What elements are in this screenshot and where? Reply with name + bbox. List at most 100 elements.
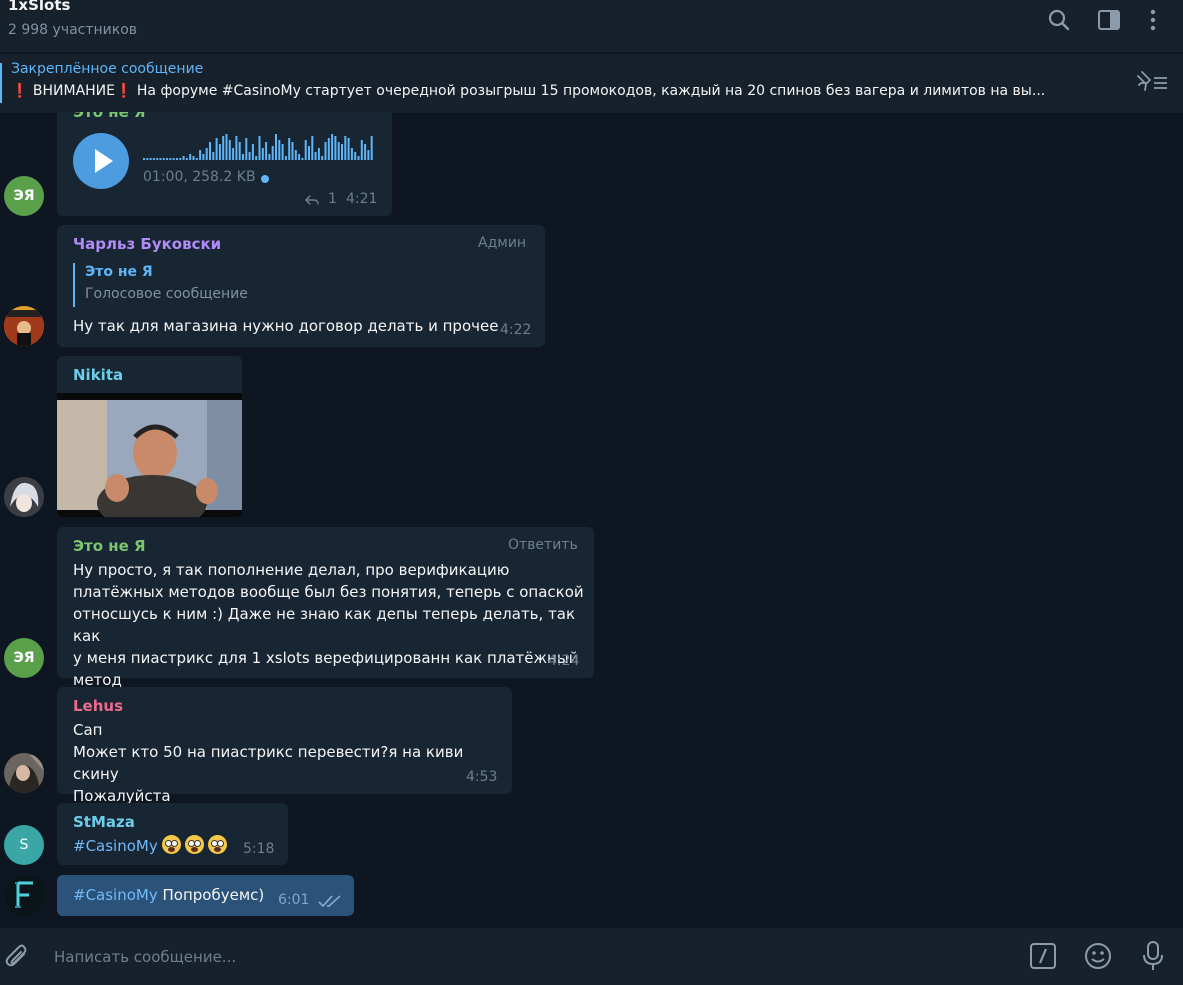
- exclamation-icon: ❗: [115, 83, 133, 99]
- unlistened-dot: [261, 175, 269, 183]
- message-time: 4:22: [500, 322, 532, 338]
- waveform-bar: [304, 140, 307, 160]
- avatar[interactable]: [4, 477, 44, 517]
- waveform-bar: [354, 152, 357, 160]
- pinned-title: Закреплённое сообщение: [11, 61, 204, 77]
- waveform-bar: [314, 152, 317, 160]
- waveform-bar: [284, 156, 287, 160]
- waveform-bar: [311, 136, 314, 160]
- message-input[interactable]: [52, 937, 956, 977]
- chat-title[interactable]: 1xSlots: [8, 0, 70, 14]
- waveform-bar: [215, 138, 218, 160]
- pinned-list-icon[interactable]: [1134, 70, 1170, 96]
- waveform-bar: [324, 142, 327, 160]
- sidebar-toggle-icon[interactable]: [1096, 7, 1122, 33]
- search-icon[interactable]: [1046, 7, 1072, 33]
- waveform-bar: [334, 136, 337, 160]
- play-icon: [95, 149, 113, 173]
- reply-arrow-icon[interactable]: [304, 193, 320, 211]
- admin-badge: Админ: [478, 235, 527, 251]
- waveform-bar: [350, 148, 353, 160]
- member-count: 2 998 участников: [8, 22, 138, 38]
- waveform-bar: [199, 150, 202, 160]
- waveform-bar: [298, 154, 301, 160]
- waveform-bar: [258, 136, 261, 160]
- pinned-text: ❗ ВНИМАНИЕ❗ На форуме #CasinoMy стартует…: [11, 83, 1111, 99]
- avatar[interactable]: S: [4, 825, 44, 865]
- waveform-bar: [202, 154, 205, 160]
- waveform-bar: [179, 158, 182, 160]
- more-vertical-icon[interactable]: [1140, 7, 1166, 33]
- message-time: 4:21: [346, 191, 378, 207]
- waveform-bar: [360, 140, 363, 160]
- waveform-bar: [232, 148, 235, 160]
- exclamation-icon: ❗: [11, 83, 29, 99]
- waveform-bar: [265, 142, 268, 160]
- message-text-part: Попробуемс): [157, 886, 265, 904]
- waveform-bar: [341, 144, 343, 160]
- bot-command-icon[interactable]: [1029, 942, 1057, 970]
- message-time: 5:18: [243, 841, 275, 857]
- attach-icon[interactable]: [4, 943, 30, 969]
- waveform-bar: [337, 142, 340, 160]
- waveform-bar: [185, 158, 188, 160]
- avatar[interactable]: [4, 753, 44, 793]
- waveform-bar: [357, 156, 360, 160]
- message-text: Ну просто, я так пополнение делал, про в…: [73, 561, 584, 689]
- message-sender[interactable]: Это не Я: [73, 112, 146, 121]
- waveform-bar: [192, 156, 195, 160]
- message-time: 6:01: [278, 892, 310, 908]
- waveform-bar: [169, 158, 172, 160]
- waveform-bar: [291, 142, 294, 160]
- waveform-bar: [238, 142, 241, 160]
- avatar[interactable]: [5, 875, 45, 915]
- message-sender[interactable]: StMaza: [73, 813, 135, 831]
- play-button[interactable]: [73, 133, 129, 189]
- waveform-bar: [321, 156, 324, 160]
- waveform-bar: [149, 158, 152, 160]
- waveform-bar: [317, 148, 320, 160]
- waveform-bar: [195, 158, 198, 160]
- video-thumbnail[interactable]: [57, 393, 242, 517]
- waveform-bar: [162, 158, 165, 160]
- reply-link[interactable]: Ответить: [508, 537, 578, 553]
- waveform-bar: [281, 144, 284, 160]
- avatar[interactable]: ЭЯ: [4, 638, 44, 678]
- emoji-icon[interactable]: [1083, 941, 1113, 971]
- avatar[interactable]: [4, 306, 44, 346]
- waveform-bar: [278, 140, 281, 160]
- waveform-bar: [367, 150, 370, 160]
- message-time: 4:24: [548, 653, 580, 669]
- waveform-bar: [331, 134, 334, 160]
- waveform-bar: [143, 158, 145, 160]
- reply-quote-text[interactable]: Голосовое сообщение: [85, 286, 248, 302]
- message-sender[interactable]: Nikita: [73, 366, 123, 384]
- waveform-bar: [166, 158, 169, 160]
- message-sender[interactable]: Это не Я: [73, 537, 146, 555]
- chat-header: [0, 0, 1183, 52]
- reply-count[interactable]: 1: [328, 191, 337, 207]
- reply-quote-sender[interactable]: Это не Я: [85, 264, 153, 280]
- waveform-bar: [271, 146, 274, 160]
- waveform-bar: [251, 144, 254, 160]
- waveform-bar: [172, 158, 175, 160]
- waveform-bar: [159, 158, 162, 160]
- message-time: 4:53: [466, 769, 498, 785]
- message-text: #CasinoMy Попробуемс): [73, 884, 264, 906]
- waveform-bar: [347, 138, 350, 160]
- hashtag-link[interactable]: #CasinoMy: [73, 837, 158, 855]
- scream-emoji-icon: [184, 835, 204, 854]
- waveform-bar: [189, 154, 192, 160]
- hashtag-link[interactable]: #CasinoMy: [73, 886, 158, 904]
- waveform-bar: [235, 136, 238, 160]
- microphone-icon[interactable]: [1140, 940, 1166, 972]
- voice-waveform[interactable]: [143, 133, 375, 161]
- avatar[interactable]: ЭЯ: [4, 176, 44, 216]
- waveform-bar: [242, 154, 244, 160]
- waveform-bar: [268, 154, 271, 160]
- waveform-bar: [308, 146, 310, 160]
- waveform-bar: [156, 158, 159, 160]
- message-sender[interactable]: Lehus: [73, 697, 123, 715]
- scream-emoji-icon: [161, 835, 181, 854]
- message-sender[interactable]: Чарльз Буковски: [73, 235, 221, 253]
